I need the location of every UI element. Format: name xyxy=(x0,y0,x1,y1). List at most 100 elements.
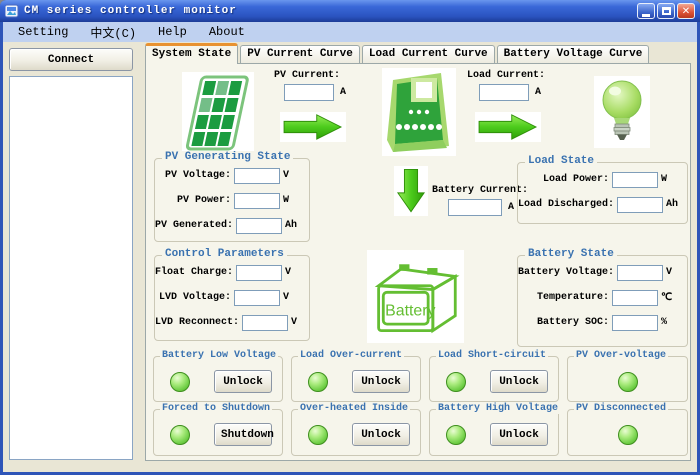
light-bulb-icon xyxy=(594,76,650,148)
group-title: PV Generating State xyxy=(162,151,293,163)
battery-soc-label: Battery SOC: xyxy=(537,317,609,328)
temperature-unit: ℃ xyxy=(661,292,683,304)
alarm-title: PV Over-voltage xyxy=(574,350,668,361)
load-current-unit: A xyxy=(535,87,541,98)
status-led-icon xyxy=(170,425,190,445)
pv-generated-label: PV Generated: xyxy=(155,220,233,231)
menu-bar: Setting 中文(C) Help About xyxy=(3,22,697,42)
alarm-forced-to-shutdown: Forced to Shutdown Shutdown xyxy=(153,409,283,456)
temperature-label: Temperature: xyxy=(537,292,609,303)
battery-voltage-label: Battery Voltage: xyxy=(518,267,614,278)
float-charge-unit: V xyxy=(285,267,305,278)
solar-panel-icon xyxy=(182,72,254,154)
battery-voltage-unit: V xyxy=(666,267,683,278)
unlock-button[interactable]: Unlock xyxy=(352,370,410,393)
alarm-title: Battery Low Voltage xyxy=(160,350,278,361)
status-led-icon xyxy=(170,372,190,392)
alarm-title: PV Disconnected xyxy=(574,403,668,414)
battery-current-input[interactable] xyxy=(448,199,502,216)
status-led-icon xyxy=(446,372,466,392)
controller-icon xyxy=(382,68,456,156)
alarm-load-short-circuit: Load Short-circuit Unlock xyxy=(429,356,559,402)
load-current-input[interactable] xyxy=(479,84,529,101)
unlock-button[interactable]: Unlock xyxy=(214,370,272,393)
pv-power-unit: W xyxy=(283,195,305,206)
alarm-title: Forced to Shutdown xyxy=(160,403,272,414)
status-led-icon xyxy=(618,425,638,445)
alarm-title: Load Over-current xyxy=(298,350,404,361)
status-led-icon xyxy=(308,425,328,445)
arrow-right-icon xyxy=(475,112,541,142)
alarm-pv-disconnected: PV Disconnected xyxy=(567,409,688,456)
close-button[interactable]: ✕ xyxy=(677,3,695,19)
lvd-reconnect-unit: V xyxy=(291,317,305,328)
battery-soc-input[interactable] xyxy=(612,315,658,331)
battery-state-group: Battery State Battery Voltage: V Tempera… xyxy=(517,255,688,347)
pv-current-unit: A xyxy=(340,87,346,98)
alarm-load-over-current: Load Over-current Unlock xyxy=(291,356,421,402)
battery-voltage-input[interactable] xyxy=(617,265,663,281)
group-title: Battery State xyxy=(525,248,617,260)
battery-current-label: Battery Current: xyxy=(432,185,528,196)
tab-battery-voltage-curve[interactable]: Battery Voltage Curve xyxy=(497,45,650,63)
load-state-group: Load State Load Power: W Load Discharged… xyxy=(517,162,688,224)
window-title: CM series controller monitor xyxy=(24,5,635,17)
unlock-button[interactable]: Unlock xyxy=(352,423,410,446)
battery-icon: Battery xyxy=(367,250,464,343)
pv-generated-input[interactable] xyxy=(236,218,282,234)
load-power-input[interactable] xyxy=(612,172,658,188)
menu-about[interactable]: About xyxy=(198,23,256,41)
load-power-label: Load Power: xyxy=(543,174,609,185)
menu-setting[interactable]: Setting xyxy=(7,23,79,41)
lvd-reconnect-input[interactable] xyxy=(242,315,288,331)
menu-language[interactable]: 中文(C) xyxy=(79,22,147,43)
tab-load-current-curve[interactable]: Load Current Curve xyxy=(362,45,495,63)
arrow-down-icon xyxy=(394,166,428,216)
tab-system-state[interactable]: System State xyxy=(145,43,238,64)
pv-voltage-input[interactable] xyxy=(234,168,280,184)
title-bar[interactable]: CM series controller monitor ✕ xyxy=(0,0,700,22)
arrow-right-icon xyxy=(280,112,346,142)
pv-current-label: PV Current: xyxy=(274,70,340,81)
control-parameters-group: Control Parameters Float Charge: V LVD V… xyxy=(154,255,310,341)
lvd-voltage-input[interactable] xyxy=(234,290,280,306)
pv-current-input[interactable] xyxy=(284,84,334,101)
group-title: Load State xyxy=(525,155,597,167)
battery-current-unit: A xyxy=(508,202,514,213)
client-area: Connect System State PV Current Curve Lo… xyxy=(3,42,697,472)
connect-button[interactable]: Connect xyxy=(9,48,133,71)
status-led-icon xyxy=(618,372,638,392)
lvd-voltage-label: LVD Voltage: xyxy=(159,292,231,303)
tab-strip: System State PV Current Curve Load Curre… xyxy=(145,44,651,63)
unlock-button[interactable]: Unlock xyxy=(490,370,548,393)
battery-soc-unit: % xyxy=(661,317,683,328)
alarm-pv-over-voltage: PV Over-voltage xyxy=(567,356,688,402)
maximize-button[interactable] xyxy=(657,3,675,19)
load-discharged-unit: Ah xyxy=(666,199,683,210)
pv-voltage-label: PV Voltage: xyxy=(165,170,231,181)
battery-image-text: Battery xyxy=(385,302,435,319)
load-discharged-label: Load Discharged: xyxy=(518,199,614,210)
float-charge-input[interactable] xyxy=(236,265,282,281)
unlock-button[interactable]: Unlock xyxy=(490,423,548,446)
temperature-input[interactable] xyxy=(612,290,658,306)
status-led-icon xyxy=(308,372,328,392)
app-icon xyxy=(5,4,20,19)
pv-power-label: PV Power: xyxy=(177,195,231,206)
load-discharged-input[interactable] xyxy=(617,197,663,213)
shutdown-button[interactable]: Shutdown xyxy=(214,423,272,446)
pv-generating-group: PV Generating State PV Voltage: V PV Pow… xyxy=(154,158,310,242)
load-power-unit: W xyxy=(661,174,683,185)
menu-help[interactable]: Help xyxy=(147,23,198,41)
app-window: CM series controller monitor ✕ Setting 中… xyxy=(0,0,700,475)
minimize-button[interactable] xyxy=(637,3,655,19)
tab-pv-current-curve[interactable]: PV Current Curve xyxy=(240,45,360,63)
group-title: Control Parameters xyxy=(162,248,287,260)
device-listbox[interactable] xyxy=(9,76,133,460)
alarm-battery-low-voltage: Battery Low Voltage Unlock xyxy=(153,356,283,402)
pv-power-input[interactable] xyxy=(234,193,280,209)
lvd-voltage-unit: V xyxy=(283,292,305,303)
alarm-title: Battery High Voltage xyxy=(436,403,560,414)
load-current-label: Load Current: xyxy=(467,70,545,81)
pv-voltage-unit: V xyxy=(283,170,305,181)
